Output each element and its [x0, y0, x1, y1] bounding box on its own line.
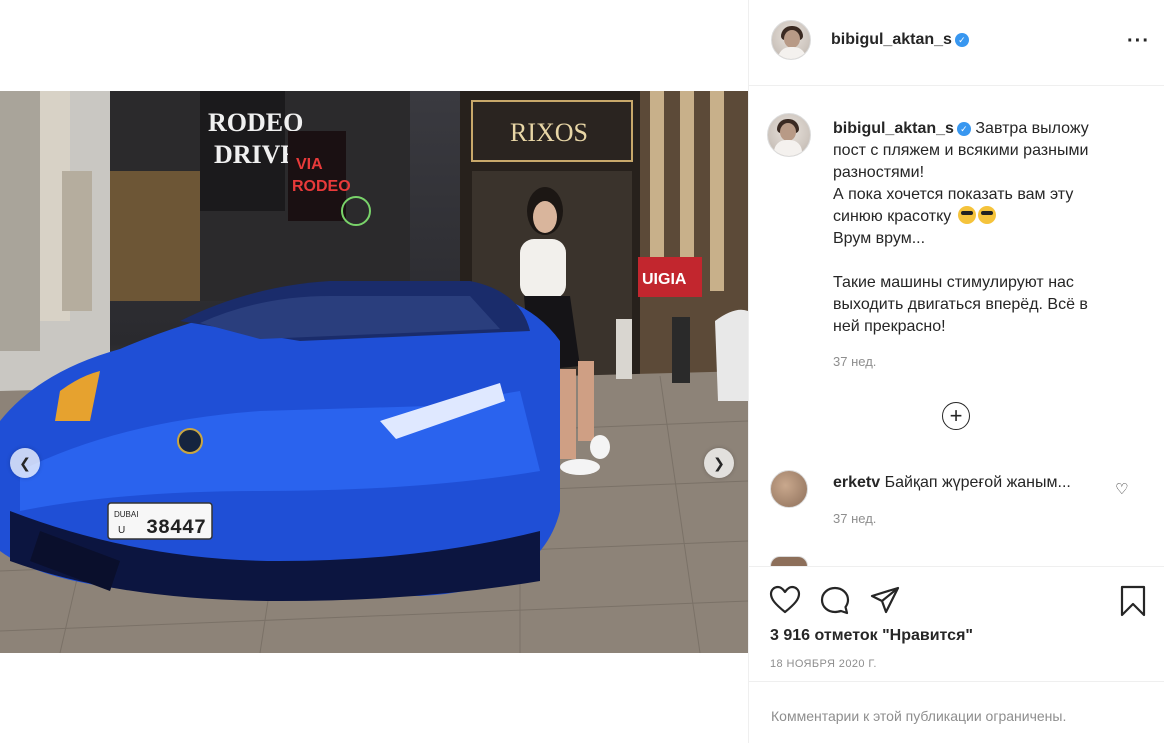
caption-line-5: синюю красотку [833, 208, 952, 225]
post-photo[interactable]: RODEO DRIVE VIA RODEO RIXOS UIGIA DUBAI … [0, 91, 748, 653]
sign-via-rodeo-1: VIA [296, 156, 323, 173]
caption-username[interactable]: bibigul_aktan_s [833, 120, 954, 137]
next-comment-avatar [770, 556, 808, 566]
comment-heart-icon[interactable]: ♡ [1115, 480, 1128, 498]
comment-text: Байқап жүреғой жаным... [884, 474, 1071, 491]
author-info: bibigul_aktan_s ✓ [831, 31, 969, 49]
sign-rodeo-drive-2: DRIVE [214, 140, 298, 169]
comment-timestamp[interactable]: 37 нед. [833, 511, 876, 526]
caption-timestamp[interactable]: 37 нед. [833, 354, 876, 369]
caption-line-8: Такие машины стимулируют нас [833, 274, 1074, 291]
post-actions-section: 3 916 отметок "Нравится" 18 НОЯБРЯ 2020 … [749, 566, 1164, 743]
share-icon[interactable] [869, 585, 901, 615]
caption-line-2: пост с пляжем и всякими разными [833, 142, 1089, 159]
media-column: RODEO DRIVE VIA RODEO RIXOS UIGIA DUBAI … [0, 0, 748, 743]
post-caption: bibigul_aktan_s ✓ Завтра выложу пост с пл… [833, 118, 1133, 338]
post-date[interactable]: 18 НОЯБРЯ 2020 Г. [770, 658, 877, 670]
sunglasses-emoji-icon [957, 206, 976, 224]
caption-line-3: разностями! [833, 164, 925, 181]
comment-item: erketv Байқап жүреғой жаным... [833, 474, 1071, 492]
comment-username[interactable]: erketv [833, 474, 880, 491]
caption-line-4: А пока хочется показать вам эту [833, 186, 1074, 203]
comment-avatar[interactable] [770, 470, 808, 508]
plus-circle-icon[interactable]: + [942, 402, 970, 430]
caption-avatar[interactable] [767, 113, 811, 157]
bookmark-icon[interactable] [1119, 585, 1147, 617]
plate-number: 38447 [146, 517, 206, 540]
verified-badge-icon: ✓ [954, 33, 969, 47]
caption-line-10: ней прекрасно! [833, 318, 946, 335]
chevron-right-icon[interactable]: ❯ [704, 448, 734, 478]
heart-icon[interactable] [769, 585, 801, 615]
plate-emirate: DUBAI [114, 510, 138, 519]
verified-badge-icon: ✓ [956, 122, 971, 136]
post-header: bibigul_aktan_s ✓ ··· [749, 0, 1164, 86]
caption-line-1: Завтра выложу [975, 120, 1089, 137]
more-icon[interactable]: ··· [1127, 30, 1150, 53]
likes-count[interactable]: 3 916 отметок "Нравится" [770, 627, 973, 645]
caption-line-6: Врум врум... [833, 230, 926, 247]
caption-line-9: выходить двигаться вперёд. Всё в [833, 296, 1088, 313]
photo-illustration: RODEO DRIVE VIA RODEO RIXOS UIGIA DUBAI … [0, 91, 748, 653]
comment-icon[interactable] [819, 585, 851, 615]
post-details-panel: bibigul_aktan_s ✓ ··· bibigul_aktan_s ✓ За… [748, 0, 1164, 743]
sign-via-rodeo-2: RODEO [292, 178, 351, 195]
author-username[interactable]: bibigul_aktan_s [831, 31, 952, 48]
author-avatar[interactable] [771, 20, 811, 60]
sunglasses-emoji-icon [977, 206, 996, 224]
caption-line-7 [833, 250, 1133, 272]
plate-letter: U [118, 525, 125, 536]
sign-rixos: RIXOS [510, 118, 588, 147]
chevron-left-icon[interactable]: ❮ [10, 448, 40, 478]
comments-disabled-notice: Комментарии к этой публикации ограничены… [749, 681, 1164, 743]
sign-uigia: UIGIA [642, 271, 687, 288]
